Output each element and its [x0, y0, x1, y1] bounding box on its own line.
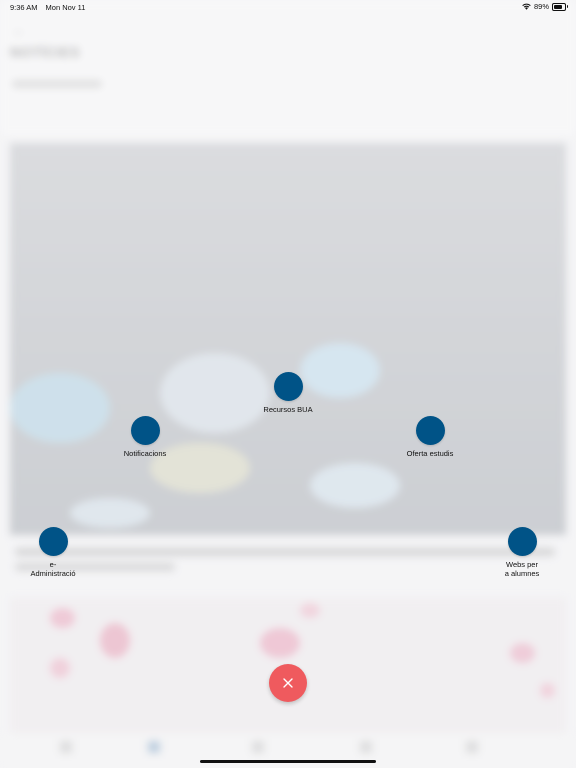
close-menu-button[interactable]	[269, 664, 307, 702]
status-bar: 9:36 AM Mon Nov 11 89%	[0, 0, 576, 14]
menu-item-notificacions[interactable]: Notificacions	[105, 416, 185, 458]
menu-item-label: Webs per a alumnes	[504, 560, 540, 578]
menu-item-label: Recursos BUA	[263, 405, 313, 414]
e-administracio-icon[interactable]	[38, 527, 68, 556]
oferta-estudis-icon[interactable]	[415, 416, 445, 445]
battery-icon	[552, 2, 568, 11]
home-indicator[interactable]	[200, 760, 376, 763]
battery-percentage: 89%	[533, 2, 549, 11]
menu-item-recursos-bua[interactable]: Recursos BUA	[248, 372, 328, 414]
recursos-bua-icon[interactable]	[273, 372, 303, 401]
menu-item-oferta-estudis[interactable]: Oferta estudis	[390, 416, 470, 458]
notificacions-icon[interactable]	[130, 416, 160, 445]
menu-item-e-administracio[interactable]: e- Administració	[13, 527, 93, 578]
status-time: 9:36 AM	[10, 3, 38, 12]
wifi-icon	[522, 3, 531, 10]
menu-item-label: Oferta estudis	[406, 449, 454, 458]
menu-item-label: Notificacions	[123, 449, 167, 458]
menu-item-webs-per-a-alumnes[interactable]: Webs per a alumnes	[482, 527, 562, 578]
close-icon	[283, 678, 293, 688]
status-date: Mon Nov 11	[45, 3, 86, 12]
webs-per-a-alumnes-icon[interactable]	[507, 527, 537, 556]
menu-item-label: e- Administració	[30, 560, 76, 578]
